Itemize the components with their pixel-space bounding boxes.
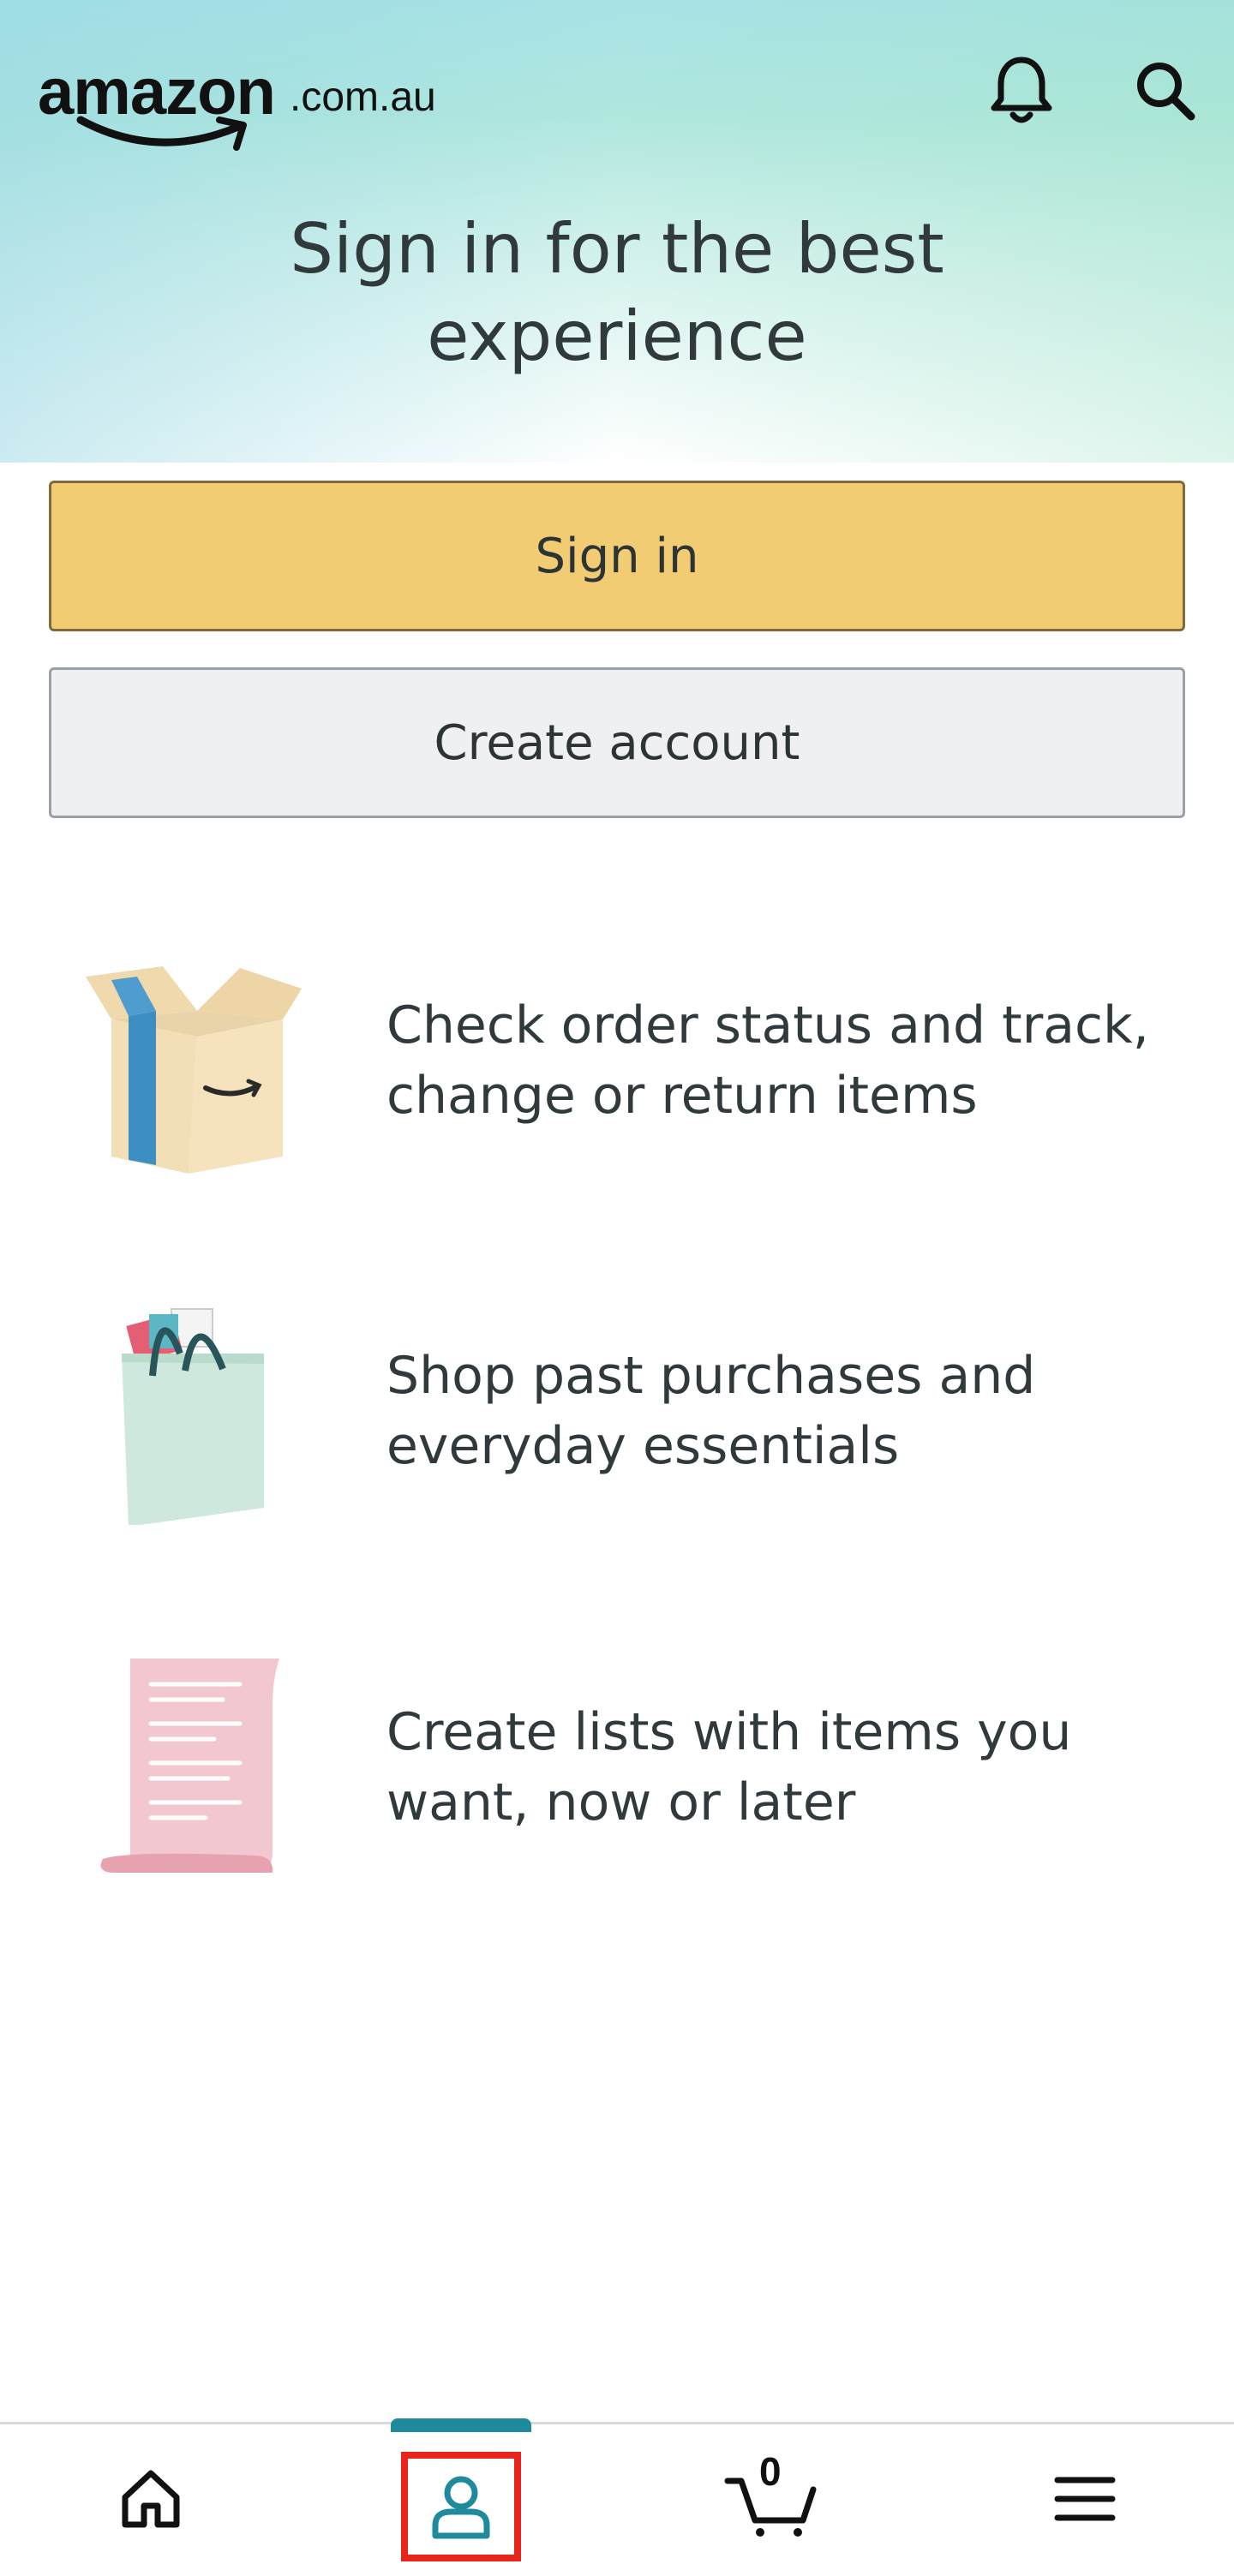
nav-profile[interactable]: [401, 2452, 521, 2561]
nav-home[interactable]: [91, 2443, 211, 2555]
hamburger-icon: [1054, 2477, 1116, 2521]
list-scroll-icon: [100, 1659, 279, 1873]
active-tab-indicator: [391, 2418, 531, 2432]
shopping-bag-icon: [122, 1308, 264, 1525]
nav-cart[interactable]: 0: [711, 2443, 831, 2555]
sign-in-button[interactable]: Sign in: [49, 481, 1185, 631]
nav-menu[interactable]: [1025, 2443, 1145, 2555]
amazon-logo[interactable]: amazon .com.au: [38, 57, 449, 151]
page-title: Sign in for the best experience: [290, 209, 944, 376]
feature-text-purchases: Shop past purchases and everyday essenti…: [386, 1346, 1036, 1476]
search-icon[interactable]: [1124, 50, 1207, 132]
logo-domain: .com.au: [290, 75, 436, 120]
feature-text-lists: Create lists with items you want, now or…: [386, 1702, 1072, 1832]
bell-icon[interactable]: [980, 50, 1063, 132]
box-icon: [86, 966, 302, 1174]
cart-count-badge: 0: [759, 2449, 782, 2494]
person-icon: [432, 2476, 490, 2539]
create-account-button[interactable]: Create account: [49, 667, 1185, 818]
feature-row-purchases: Shop past purchases and everyday essenti…: [0, 1302, 1234, 1559]
feature-row-orders: Check order status and track, change or …: [0, 959, 1234, 1216]
home-icon: [122, 2470, 180, 2528]
feature-row-lists: Create lists with items you want, now or…: [0, 1653, 1234, 1910]
feature-text-orders: Check order status and track, change or …: [386, 995, 1149, 1126]
smile-arrow-icon: [76, 116, 247, 151]
